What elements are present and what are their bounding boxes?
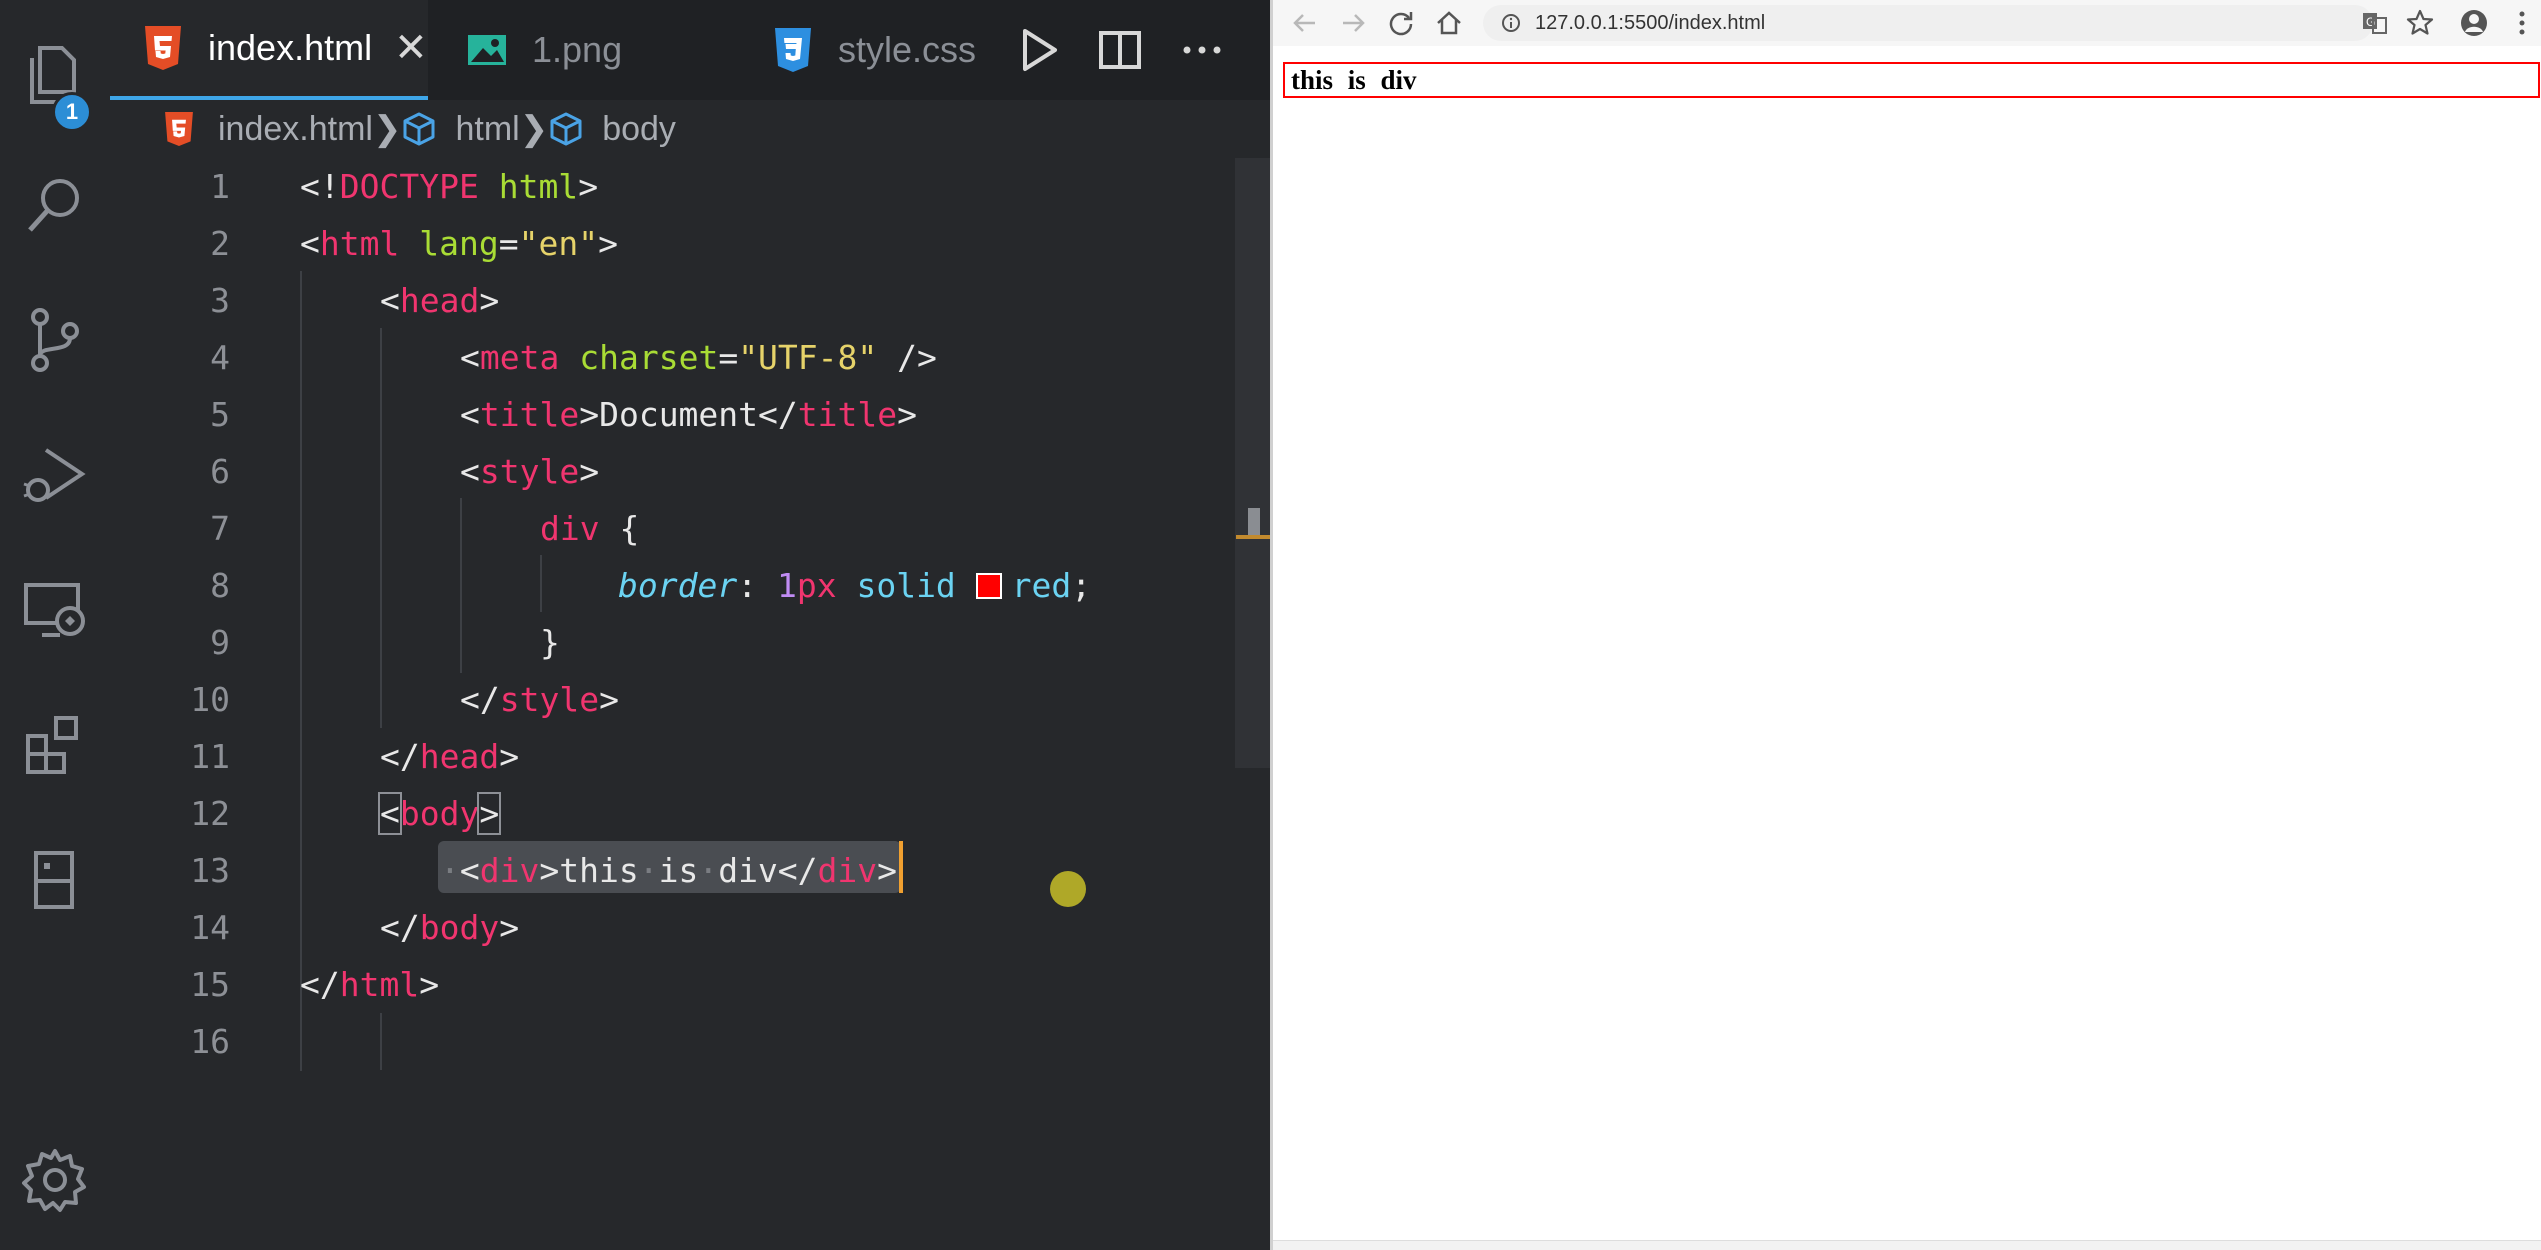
close-icon[interactable]: ✕: [394, 25, 428, 71]
cube-icon: [403, 112, 435, 146]
forward-icon[interactable]: [1337, 7, 1369, 39]
code-line: 4 <meta charset="UTF-8" />: [210, 338, 937, 377]
chevron-right-icon: ❯: [519, 110, 549, 148]
extensions-icon[interactable]: [0, 690, 110, 800]
tab-label: 1.png: [532, 29, 623, 70]
code-line: 16: [190, 1022, 230, 1061]
gear-icon[interactable]: [0, 1125, 110, 1235]
code-line: 9 }: [210, 623, 560, 662]
color-swatch[interactable]: [975, 573, 1002, 599]
activity-bar: 1: [0, 0, 110, 1250]
vscode-window: 1 index.html ✕ 1.png style.css index.htm…: [0, 0, 1270, 1250]
explorer-icon[interactable]: 1: [0, 20, 110, 132]
code-line: 5 <title>Document</title>: [210, 395, 917, 434]
translate-icon[interactable]: G: [2358, 7, 2390, 39]
code-line: 2 <html lang="en">: [210, 224, 618, 263]
reload-icon[interactable]: [1385, 7, 1417, 39]
tab-style-css[interactable]: style.css: [740, 0, 1040, 100]
html5-icon: [140, 25, 186, 71]
css3-icon: [770, 27, 816, 73]
breadcrumb: index.html ❯ html ❯ body: [110, 100, 1270, 158]
search-icon[interactable]: [0, 150, 110, 260]
tab-label: style.css: [838, 29, 977, 70]
explorer-badge: 1: [52, 92, 92, 132]
code-line: 1 <!DOCTYPE html>: [210, 167, 599, 206]
html5-icon: [165, 112, 193, 146]
split-editor-icon[interactable]: [1095, 25, 1145, 75]
url-text: 127.0.0.1:5500/index.html: [1535, 11, 1766, 34]
chevron-right-icon: ❯: [372, 110, 402, 148]
bookmarks-icon[interactable]: [0, 825, 110, 935]
home-icon[interactable]: [1433, 7, 1465, 39]
code-line: 3 <head>: [210, 281, 500, 320]
tab-label: index.html: [208, 27, 373, 68]
code-line: 12 <body>: [190, 792, 502, 835]
code-line: 11 </head>: [190, 737, 520, 776]
menu-icon[interactable]: [2506, 7, 2538, 39]
tab-1-png[interactable]: 1.png: [428, 0, 718, 100]
cube-icon: [550, 112, 582, 146]
rendered-div: this is div: [1283, 62, 2540, 98]
more-actions-icon[interactable]: [1177, 25, 1227, 75]
info-icon[interactable]: [1501, 13, 1521, 33]
source-control-icon[interactable]: [0, 285, 110, 395]
breadcrumb-item-file[interactable]: index.html: [162, 110, 373, 149]
browser-toolbar: 127.0.0.1:5500/index.html G: [1273, 0, 2541, 46]
run-debug-icon[interactable]: [0, 420, 110, 530]
address-bar[interactable]: 127.0.0.1:5500/index.html: [1483, 5, 2373, 41]
code-line: 8 border: 1px solid red;: [210, 566, 1092, 605]
code-line: 10 </style>: [190, 680, 619, 719]
breadcrumb-item-html[interactable]: html: [401, 110, 520, 149]
remote-explorer-icon[interactable]: [0, 555, 110, 665]
code-line: 6 <style>: [210, 452, 600, 491]
profile-icon[interactable]: [2458, 7, 2490, 39]
tab-index-html[interactable]: index.html ✕: [110, 0, 428, 100]
scrollbar-marker: [1236, 535, 1270, 539]
browser-window: 127.0.0.1:5500/index.html G this is div: [1270, 0, 2541, 1250]
bookmark-star-icon[interactable]: [2404, 7, 2436, 39]
image-icon: [464, 27, 510, 73]
code-line: 15 </html>: [190, 965, 440, 1004]
mouse-cursor-icon: [1050, 871, 1086, 907]
code-editor[interactable]: 1 <!DOCTYPE html> 2 <html lang="en"> 3 <…: [110, 158, 1235, 1250]
code-line: 7 div {: [210, 509, 640, 548]
code-line: 14 </body>: [190, 908, 520, 947]
breadcrumb-item-body[interactable]: body: [548, 110, 676, 149]
vertical-scrollbar[interactable]: [1235, 158, 1270, 768]
editor-tab-bar: index.html ✕ 1.png style.css: [110, 0, 1270, 100]
back-icon[interactable]: [1289, 7, 1321, 39]
page-bottom-edge: [1273, 1240, 2541, 1250]
run-icon[interactable]: [1013, 25, 1063, 75]
scrollbar-thumb[interactable]: [1248, 508, 1260, 538]
